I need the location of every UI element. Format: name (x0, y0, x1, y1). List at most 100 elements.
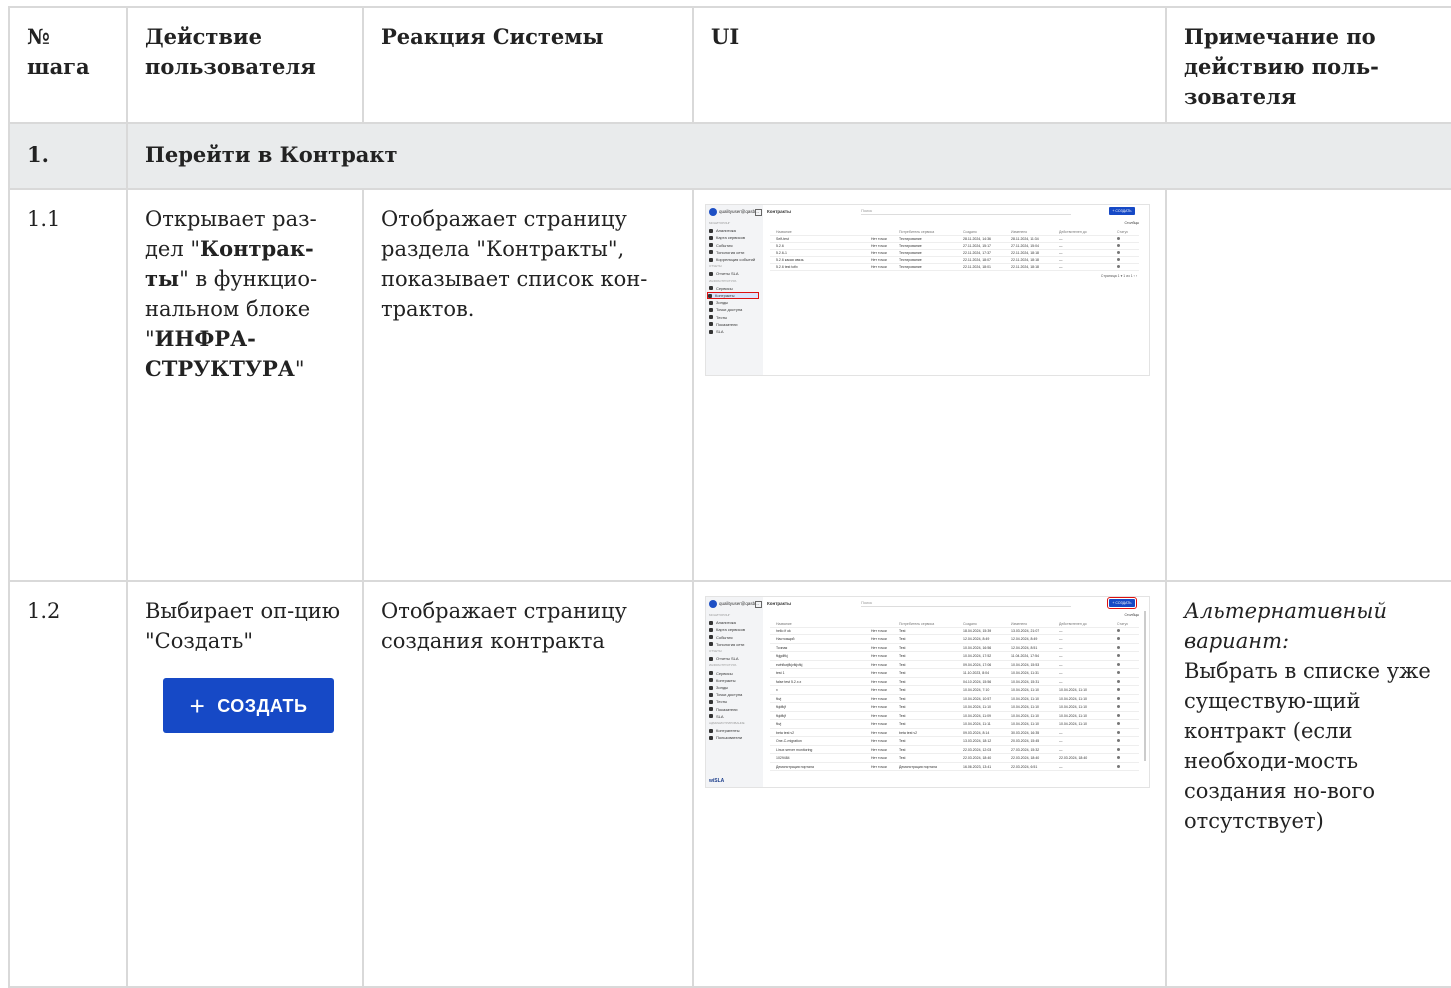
table-row[interactable]: Linux server monitoring Нет точки Test 22.0… (770, 747, 1139, 754)
columns-button[interactable]: Столбцы (1124, 221, 1139, 226)
table-cell: 20.03.2024, 15:45 (1011, 739, 1040, 743)
sidebar-item[interactable]: Корреляция событий (709, 257, 755, 262)
table-row[interactable]: Self-test Нет точки Тестирование 28.11.2024… (770, 236, 1139, 243)
sidebar-item-label: Карта сервисов (716, 235, 746, 241)
table-cell: — (1059, 257, 1063, 262)
column-header: Название (776, 229, 792, 234)
sidebar-item-icon (709, 307, 713, 312)
sidebar-group-label: МОНИТОРИНГ (709, 613, 730, 618)
sidebar-item[interactable]: Сервисы (709, 671, 733, 676)
table-row[interactable]: fkjdfkjf Нет точки Test 10.04.2024, 11:09 10… (770, 713, 1139, 720)
table-row[interactable]: 5.2.6-1 Нет точки Тестирование 22.11.2024, … (770, 250, 1139, 257)
sidebar-group-label: ИНФРАСТРУКТУРА (709, 279, 736, 284)
table-row[interactable]: false test 5.2.x.x Нет точки Test 04.10.202… (770, 679, 1139, 686)
sidebar-item[interactable]: SLA (709, 714, 724, 719)
table-row[interactable]: ewhfkwjfkjvfkjvfkj Нет точки Test 09.04.202… (770, 662, 1139, 669)
table-cell: 12.04.2024, 8:49 (1011, 637, 1038, 641)
status-icon (1117, 236, 1120, 240)
table-row[interactable]: hello if ok Нет точки Test 18.04.2024, 15:3… (770, 628, 1139, 635)
table-row[interactable]: fkjdfkjf Нет точки Test 10.04.2024, 11:10 10… (770, 705, 1139, 712)
sidebar-item[interactable]: Показатели (709, 707, 738, 712)
table-cell: 1029484 (776, 756, 790, 760)
sidebar-item[interactable]: Контракты (707, 292, 759, 299)
search-input[interactable]: Поиск (861, 600, 1071, 607)
status-icon (1117, 679, 1120, 683)
table-row[interactable]: 1029484 Нет точки Test 22.03.2024, 18:40 22.… (770, 756, 1139, 763)
table-row[interactable]: fkvj Нет точки Test 10.04.2024, 10:57 10.04.… (770, 696, 1139, 703)
table-row[interactable]: 5.2.6 какая связь Нет точки Тестирование 22… (770, 257, 1139, 264)
sidebar-item[interactable]: События (709, 243, 733, 248)
pagination[interactable]: Страница 1 ▾ 1 из 1 ‹ › (1101, 274, 1137, 279)
sidebar-item-label: SLA (716, 713, 724, 719)
sidebar-item[interactable]: Отчеты SLA (709, 271, 739, 276)
sidebar-item[interactable]: Показатели (709, 322, 738, 327)
status-cell (1117, 739, 1139, 744)
table-row[interactable]: One-C-migration Нет точки Test 13.03.2024, … (770, 739, 1139, 746)
avatar[interactable] (709, 208, 717, 216)
sidebar-group-label: АДМИНИСТРИРОВАНИЕ (709, 721, 745, 726)
sidebar-item[interactable]: Тесты (709, 699, 727, 704)
table-row[interactable]: x Нет точки Test 10.04.2024, 7:10 10.04.2024… (770, 688, 1139, 695)
table-cell: 16.06.2023, 13:41 (963, 764, 992, 769)
table-cell: 10.04.2024, 11:11 (963, 722, 991, 726)
sidebar-item[interactable]: Топология сети (709, 642, 744, 647)
sidebar-item[interactable]: Точки доступа (709, 307, 742, 312)
apps-grid-icon[interactable] (755, 601, 762, 608)
avatar[interactable] (709, 600, 717, 608)
sidebar-item[interactable]: Топология сети (709, 250, 744, 255)
table-cell: 30.03.2024, 16:35 (1011, 730, 1040, 735)
sidebar-item[interactable]: Карта сервисов (709, 627, 745, 632)
sidebar-item[interactable]: Тесты (709, 315, 727, 320)
table-row[interactable]: 5.2.6 test tofix Нет точки Тестирование 22.… (770, 264, 1139, 271)
sidebar-item[interactable]: Контрагенты (709, 728, 740, 733)
table-row[interactable]: Настоящий Нет точки Test 12.04.2024, 8:49 12… (770, 637, 1139, 644)
table-row[interactable]: fkjgdlfkj Нет точки Test 10.04.2024, 17:52 1… (770, 654, 1139, 661)
table-row[interactable]: Демонстрация портала Нет точки Демонстраци… (770, 764, 1139, 771)
table-cell: hello if ok (776, 628, 791, 633)
status-icon (1117, 637, 1120, 640)
table-cell: 27.11.2024, 15:17 (963, 243, 991, 248)
sidebar-item[interactable]: Зонды (709, 300, 728, 305)
apps-grid-icon[interactable] (755, 209, 762, 216)
create-button[interactable]: + СОЗДАТЬ (1107, 597, 1137, 609)
sidebar-item[interactable]: Сервисы (709, 286, 733, 291)
sidebar-item[interactable]: Пользователи (709, 735, 742, 740)
table-cell: — (1059, 679, 1063, 684)
table-row[interactable]: test 1 Нет точки Test 11.10.2023, 8:04 10.04… (770, 671, 1139, 678)
table-cell: Test (899, 679, 906, 684)
sidebar-item-label: Топология сети (716, 641, 745, 647)
page-title: Контракты (767, 601, 791, 606)
table-cell: Linux server monitoring (776, 747, 813, 752)
create-button[interactable]: + СОЗДАТЬ (163, 678, 334, 733)
status-icon (1117, 654, 1120, 657)
contracts-list-screenshot: qualityuser@qasb... МОНИТОРИНГ Аналитика Ка… (705, 204, 1150, 376)
table-row[interactable]: beta test v2 Нет точки beta test v2 09.03.2… (770, 730, 1139, 737)
columns-button[interactable]: Столбцы (1124, 613, 1139, 618)
table-cell: Нет точки (871, 264, 887, 269)
sidebar-item-icon (709, 714, 713, 719)
sidebar-item-label: Тесты (716, 699, 728, 705)
scrollbar[interactable] (1144, 611, 1146, 761)
search-input[interactable]: Поиск (861, 208, 1071, 215)
sidebar-item[interactable]: Точки доступа (709, 692, 742, 697)
table-cell: 10.04.2024, 11:10 (963, 705, 991, 709)
table-row[interactable]: 5.2.6 Нет точки Тестирование 27.11.2024, 15… (770, 243, 1139, 250)
table-row[interactable]: Точная Нет точки Test 10.04.2024, 16:56 12.0… (770, 645, 1139, 652)
sidebar-item[interactable]: События (709, 635, 733, 640)
sidebar-item-label: АДМИНИСТРИРОВАНИЕ (709, 721, 745, 725)
table-cell: 10.04.2024, 11:09 (963, 713, 991, 718)
sidebar-item[interactable]: Отчеты SLA (709, 656, 739, 661)
sidebar-item-icon (709, 707, 713, 712)
sidebar-item[interactable]: Аналитика (709, 228, 736, 233)
sidebar-item[interactable]: Контракты (709, 678, 736, 683)
sidebar-item-icon (709, 685, 713, 690)
table-header: Название Потребитель сервиса Создано Измене… (770, 229, 1139, 236)
table-cell: 12.04.2024, 8:49 (963, 637, 990, 641)
create-button[interactable]: + СОЗДАТЬ (1109, 207, 1135, 215)
sidebar-item[interactable]: Карта сервисов (709, 235, 745, 240)
table-row[interactable]: fkvj Нет точки Test 10.04.2024, 11:11 10.04.… (770, 722, 1139, 729)
sidebar-item[interactable]: SLA (709, 329, 724, 334)
sidebar-item[interactable]: Аналитика (709, 620, 736, 625)
table-cell: Test (899, 662, 906, 667)
sidebar-item[interactable]: Зонды (709, 685, 728, 690)
